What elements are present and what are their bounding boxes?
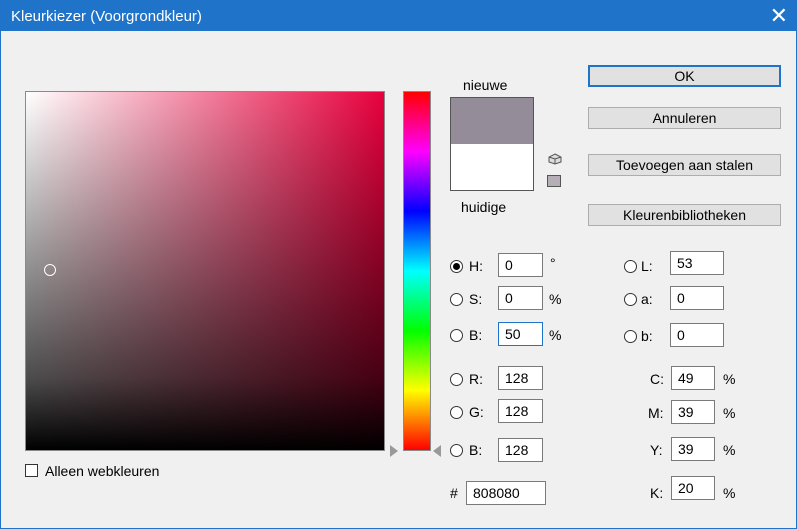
rgb-b-input[interactable]: 128 <box>498 438 543 462</box>
y-input[interactable]: 39 <box>671 437 715 461</box>
l-label: L: <box>641 258 653 274</box>
color-field[interactable] <box>25 91 385 451</box>
web-colors-only-checkbox[interactable] <box>25 464 38 477</box>
hex-input[interactable]: 808080 <box>466 481 546 505</box>
radio-lab-b[interactable] <box>624 330 637 343</box>
a-input[interactable]: 0 <box>670 286 724 310</box>
c-input[interactable]: 49 <box>671 366 715 390</box>
add-to-swatches-button[interactable]: Toevoegen aan stalen <box>588 154 781 176</box>
title-bar: Kleurkiezer (Voorgrondkleur) ✕ <box>1 1 797 31</box>
h-label: H: <box>469 258 483 274</box>
web-colors-only-label: Alleen webkleuren <box>45 463 160 479</box>
b-label: B: <box>469 327 483 343</box>
rgb-b-label: B: <box>469 442 483 458</box>
radio-r[interactable] <box>450 373 463 386</box>
k-unit: % <box>723 485 736 501</box>
hex-label: # <box>450 485 458 501</box>
l-input[interactable]: 53 <box>670 251 724 275</box>
color-libraries-button[interactable]: Kleurenbibliotheken <box>588 204 781 226</box>
radio-b[interactable] <box>450 329 463 342</box>
current-color-swatch[interactable] <box>451 144 533 190</box>
c-unit: % <box>723 371 736 387</box>
k-input[interactable]: 20 <box>671 476 715 500</box>
y-label: Y: <box>650 442 663 458</box>
r-input[interactable]: 128 <box>498 366 543 390</box>
s-unit: % <box>549 291 562 307</box>
m-unit: % <box>723 405 736 421</box>
hue-slider-right-arrow-icon[interactable] <box>433 445 441 457</box>
m-input[interactable]: 39 <box>671 400 715 424</box>
window-title: Kleurkiezer (Voorgrondkleur) <box>11 8 202 25</box>
web-safe-swatch[interactable] <box>547 175 561 187</box>
radio-g[interactable] <box>450 406 463 419</box>
r-label: R: <box>469 371 483 387</box>
c-label: C: <box>650 371 664 387</box>
k-label: K: <box>650 485 664 501</box>
y-unit: % <box>723 442 736 458</box>
cancel-button[interactable]: Annuleren <box>588 107 781 129</box>
hue-slider-left-arrow-icon[interactable] <box>390 445 398 457</box>
g-label: G: <box>469 404 484 420</box>
radio-rgb-b[interactable] <box>450 444 463 457</box>
gamut-warning-cube-icon[interactable] <box>548 153 562 165</box>
b-input[interactable]: 50 <box>498 322 543 346</box>
s-label: S: <box>469 291 483 307</box>
color-picker-dialog: Kleurkiezer (Voorgrondkleur) ✕ nieuwe hu… <box>0 0 797 529</box>
radio-a[interactable] <box>624 293 637 306</box>
lab-b-input[interactable]: 0 <box>670 323 724 347</box>
radio-h[interactable] <box>450 260 463 273</box>
m-label: M: <box>648 405 664 421</box>
radio-s[interactable] <box>450 293 463 306</box>
radio-l[interactable] <box>624 260 637 273</box>
new-color-label: nieuwe <box>463 77 508 93</box>
lab-b-label: b: <box>641 328 653 344</box>
color-field-cursor[interactable] <box>44 264 56 276</box>
close-icon[interactable]: ✕ <box>770 3 788 29</box>
b-unit: % <box>549 327 562 343</box>
ok-button[interactable]: OK <box>588 65 781 87</box>
a-label: a: <box>641 291 653 307</box>
new-color-swatch <box>451 98 533 144</box>
s-input[interactable]: 0 <box>498 286 543 310</box>
hue-slider[interactable] <box>403 91 431 451</box>
current-color-label: huidige <box>461 199 507 215</box>
h-unit: ° <box>550 255 556 271</box>
g-input[interactable]: 128 <box>498 399 543 423</box>
color-swatch <box>450 97 534 191</box>
h-input[interactable]: 0 <box>498 253 543 277</box>
